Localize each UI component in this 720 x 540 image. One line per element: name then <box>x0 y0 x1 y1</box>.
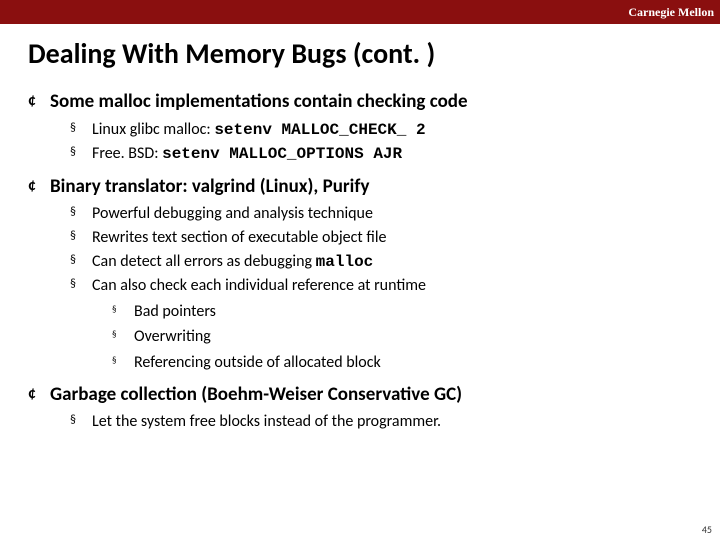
bullet-lvl3: § Overwriting <box>112 326 692 348</box>
bullet-text: Rewrites text section of executable obje… <box>92 227 692 249</box>
bullet-text: Can also check each individual reference… <box>92 275 692 297</box>
bullet-text: Can detect all errors as debugging mallo… <box>92 251 692 274</box>
circle-bullet-icon: ¢ <box>28 382 50 406</box>
text-run: Can detect all errors as debugging <box>92 252 316 271</box>
slide-title: Dealing With Memory Bugs (cont. ) <box>0 24 720 81</box>
text-run: Linux glibc malloc: <box>92 120 214 139</box>
small-square-bullet-icon: § <box>112 352 134 370</box>
page-number: 45 <box>702 523 712 536</box>
slide-content: ¢ Some malloc implementations contain ch… <box>0 89 720 433</box>
bullet-lvl2: § Can detect all errors as debugging mal… <box>70 251 692 274</box>
bullet-lvl3: § Bad pointers <box>112 301 692 323</box>
bullet-lvl2: § Linux glibc malloc: setenv MALLOC_CHEC… <box>70 119 692 142</box>
circle-bullet-icon: ¢ <box>28 174 50 198</box>
square-bullet-icon: § <box>70 411 92 430</box>
code-run: setenv MALLOC_CHECK_ 2 <box>214 121 425 139</box>
bullet-text: Free. BSD: setenv MALLOC_OPTIONS AJR <box>92 143 692 166</box>
bullet-text: Linux glibc malloc: setenv MALLOC_CHECK_… <box>92 119 692 142</box>
bullet-lvl2: § Can also check each individual referen… <box>70 275 692 297</box>
bullet-lvl2: § Let the system free blocks instead of … <box>70 411 692 433</box>
bullet-text: Some malloc implementations contain chec… <box>50 89 692 115</box>
code-run: malloc <box>316 253 374 271</box>
bullet-lvl2: § Powerful debugging and analysis techni… <box>70 203 692 225</box>
bullet-text: Binary translator: valgrind (Linux), Pur… <box>50 174 692 200</box>
bullet-text: Powerful debugging and analysis techniqu… <box>92 203 692 225</box>
bullet-lvl3: § Referencing outside of allocated block <box>112 352 692 374</box>
square-bullet-icon: § <box>70 251 92 270</box>
bullet-lvl2: § Free. BSD: setenv MALLOC_OPTIONS AJR <box>70 143 692 166</box>
square-bullet-icon: § <box>70 227 92 246</box>
brand-text: Carnegie Mellon <box>628 5 714 20</box>
bullet-lvl1: ¢ Garbage collection (Boehm-Weiser Conse… <box>28 382 692 408</box>
square-bullet-icon: § <box>70 275 92 294</box>
bullet-text: Overwriting <box>134 326 692 348</box>
square-bullet-icon: § <box>70 143 92 162</box>
bullet-text: Garbage collection (Boehm-Weiser Conserv… <box>50 382 692 408</box>
bullet-lvl1: ¢ Some malloc implementations contain ch… <box>28 89 692 115</box>
slide: Carnegie Mellon Dealing With Memory Bugs… <box>0 0 720 540</box>
header-bar: Carnegie Mellon <box>0 0 720 24</box>
bullet-text: Bad pointers <box>134 301 692 323</box>
code-run: setenv MALLOC_OPTIONS AJR <box>162 145 402 163</box>
bullet-lvl1: ¢ Binary translator: valgrind (Linux), P… <box>28 174 692 200</box>
square-bullet-icon: § <box>70 203 92 222</box>
small-square-bullet-icon: § <box>112 301 134 319</box>
text-run: Free. BSD: <box>92 144 162 163</box>
bullet-text: Referencing outside of allocated block <box>134 352 692 374</box>
bullet-lvl2: § Rewrites text section of executable ob… <box>70 227 692 249</box>
circle-bullet-icon: ¢ <box>28 89 50 113</box>
small-square-bullet-icon: § <box>112 326 134 344</box>
bullet-text: Let the system free blocks instead of th… <box>92 411 692 433</box>
square-bullet-icon: § <box>70 119 92 138</box>
